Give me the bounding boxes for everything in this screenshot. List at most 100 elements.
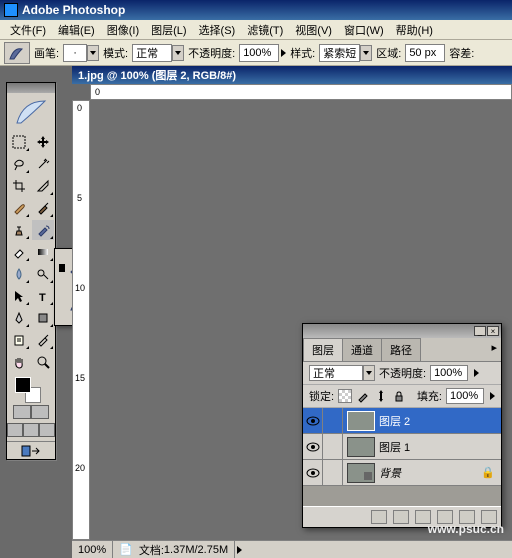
watermark: www.psuc.cn bbox=[428, 522, 504, 536]
hand-tool[interactable] bbox=[7, 351, 31, 373]
lasso-tool[interactable] bbox=[7, 153, 31, 175]
lock-transparent-icon[interactable] bbox=[338, 389, 352, 403]
toolbox-grip[interactable] bbox=[7, 83, 55, 93]
lock-position-icon[interactable] bbox=[374, 389, 388, 403]
menu-layer[interactable]: 图层(L) bbox=[145, 20, 192, 40]
panel-titlebar[interactable]: _ × bbox=[303, 324, 501, 338]
eraser-tool[interactable] bbox=[7, 241, 31, 263]
gradient-tool[interactable] bbox=[31, 241, 55, 263]
flyout-arrow-icon[interactable] bbox=[474, 369, 479, 377]
zoom-tool[interactable] bbox=[31, 351, 55, 373]
style-select[interactable]: 紧索短 bbox=[319, 44, 372, 62]
ruler-vertical[interactable]: 0 5 10 15 20 bbox=[72, 100, 90, 540]
chevron-down-icon[interactable] bbox=[360, 45, 372, 61]
slice-tool[interactable] bbox=[31, 175, 55, 197]
minimize-icon[interactable]: _ bbox=[474, 326, 486, 336]
flyout-arrow-icon[interactable] bbox=[237, 546, 242, 554]
marquee-tool[interactable] bbox=[7, 131, 31, 153]
tab-layers[interactable]: 图层 bbox=[303, 338, 343, 361]
imageready-icon bbox=[21, 445, 41, 457]
mode-select[interactable]: 正常 bbox=[132, 44, 184, 62]
layer-row[interactable]: 背景 🔒 bbox=[303, 460, 501, 486]
menu-image[interactable]: 图像(I) bbox=[101, 20, 145, 40]
zoom-level[interactable]: 100% bbox=[72, 541, 113, 558]
link-column[interactable] bbox=[323, 408, 343, 433]
layer-row[interactable]: 图层 2 bbox=[303, 408, 501, 434]
lock-icon: 🔒 bbox=[481, 466, 495, 479]
blur-tool[interactable] bbox=[7, 263, 31, 285]
lock-all-icon[interactable] bbox=[392, 389, 406, 403]
tab-channels[interactable]: 通道 bbox=[342, 338, 382, 361]
menu-edit[interactable]: 编辑(E) bbox=[52, 20, 101, 40]
opacity-label: 不透明度: bbox=[188, 45, 235, 61]
magic-wand-tool[interactable] bbox=[31, 153, 55, 175]
type-tool[interactable]: T bbox=[31, 285, 55, 307]
fill-label: 填充: bbox=[417, 388, 442, 404]
doc-info[interactable]: 📄 文档: 1.37M/2.75M bbox=[113, 541, 235, 558]
jump-to-imageready[interactable] bbox=[7, 441, 55, 459]
history-brush-tool[interactable] bbox=[31, 219, 55, 241]
screen-full[interactable] bbox=[39, 423, 55, 437]
healing-brush-tool[interactable] bbox=[7, 197, 31, 219]
eyedropper-tool[interactable] bbox=[31, 329, 55, 351]
chevron-down-icon[interactable] bbox=[87, 45, 99, 61]
ruler-horizontal[interactable]: 0 bbox=[90, 84, 512, 100]
panel-menu-icon[interactable]: ▸ bbox=[487, 338, 501, 361]
chevron-down-icon[interactable] bbox=[172, 45, 184, 61]
menu-window[interactable]: 窗口(W) bbox=[338, 20, 390, 40]
shape-tool[interactable] bbox=[31, 307, 55, 329]
area-input[interactable]: 50 px bbox=[405, 44, 445, 62]
link-column[interactable] bbox=[323, 434, 343, 459]
blend-mode-select[interactable]: 正常 bbox=[309, 365, 375, 381]
visibility-toggle[interactable] bbox=[303, 460, 323, 485]
crop-tool[interactable] bbox=[7, 175, 31, 197]
close-icon[interactable]: × bbox=[487, 326, 499, 336]
tab-paths[interactable]: 路径 bbox=[381, 338, 421, 361]
link-column[interactable] bbox=[323, 460, 343, 485]
menu-view[interactable]: 视图(V) bbox=[289, 20, 338, 40]
document-title[interactable]: 1.jpg @ 100% (图层 2, RGB/8#) bbox=[72, 66, 512, 84]
brush-label: 画笔: bbox=[34, 45, 59, 61]
layer-mask-icon[interactable] bbox=[393, 510, 409, 524]
tool-preset-icon[interactable] bbox=[4, 42, 30, 64]
path-selection-tool[interactable] bbox=[7, 285, 31, 307]
layer-style-icon[interactable] bbox=[371, 510, 387, 524]
standard-mode[interactable] bbox=[13, 405, 31, 419]
layer-name[interactable]: 背景 bbox=[379, 465, 401, 481]
layer-thumbnail[interactable] bbox=[347, 437, 375, 457]
menu-select[interactable]: 选择(S) bbox=[193, 20, 242, 40]
opacity-input[interactable]: 100% bbox=[239, 44, 286, 62]
visibility-toggle[interactable] bbox=[303, 408, 323, 433]
layer-name[interactable]: 图层 2 bbox=[379, 413, 410, 429]
layer-name[interactable]: 图层 1 bbox=[379, 439, 410, 455]
move-tool[interactable] bbox=[31, 131, 55, 153]
brush-picker[interactable]: · bbox=[63, 44, 99, 62]
screen-standard[interactable] bbox=[7, 423, 23, 437]
screen-full-menubar[interactable] bbox=[23, 423, 39, 437]
clone-stamp-tool[interactable] bbox=[7, 219, 31, 241]
layer-row[interactable]: 图层 1 bbox=[303, 434, 501, 460]
lock-icon bbox=[364, 472, 372, 480]
quick-mask-mode[interactable] bbox=[31, 405, 49, 419]
notes-tool[interactable] bbox=[7, 329, 31, 351]
menu-help[interactable]: 帮助(H) bbox=[390, 20, 439, 40]
brush-tool[interactable] bbox=[31, 197, 55, 219]
lock-image-icon[interactable] bbox=[356, 389, 370, 403]
layer-thumbnail[interactable] bbox=[347, 463, 375, 483]
layer-opacity-input[interactable]: 100% bbox=[430, 365, 468, 381]
dodge-tool[interactable] bbox=[31, 263, 55, 285]
layer-thumbnail[interactable] bbox=[347, 411, 375, 431]
visibility-toggle[interactable] bbox=[303, 434, 323, 459]
flyout-arrow-icon[interactable] bbox=[281, 49, 286, 57]
menu-file[interactable]: 文件(F) bbox=[4, 20, 52, 40]
color-swatches[interactable] bbox=[7, 373, 55, 405]
chevron-down-icon[interactable] bbox=[363, 365, 375, 381]
menu-filter[interactable]: 滤镜(T) bbox=[241, 20, 289, 40]
layers-panel: _ × 图层 通道 路径 ▸ 正常 不透明度: 100% 锁定: 填充: 100… bbox=[302, 323, 502, 528]
opacity-label: 不透明度: bbox=[379, 365, 426, 381]
layer-fill-input[interactable]: 100% bbox=[446, 388, 484, 404]
style-label: 样式: bbox=[290, 45, 315, 61]
pen-tool[interactable] bbox=[7, 307, 31, 329]
foreground-color[interactable] bbox=[15, 377, 31, 393]
flyout-arrow-icon[interactable] bbox=[490, 392, 495, 400]
